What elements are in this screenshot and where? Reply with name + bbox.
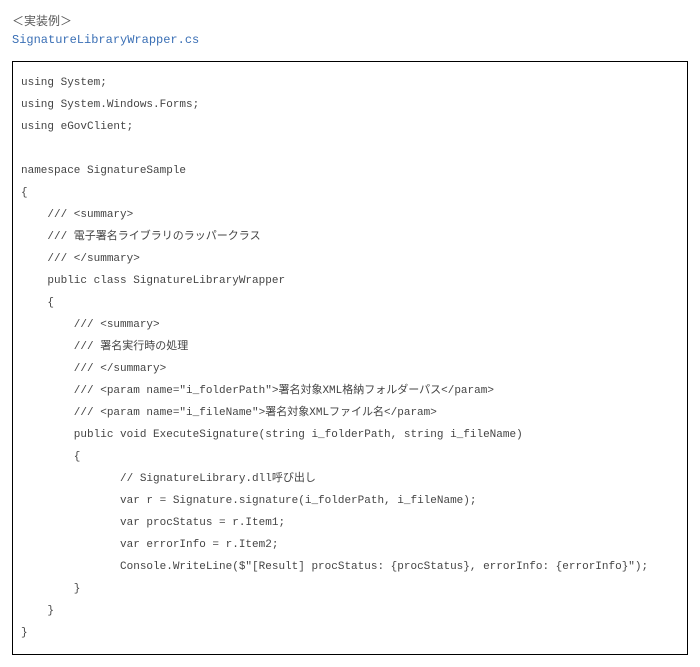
section-title: ＜実装例＞ xyxy=(12,12,688,29)
code-block: using System; using System.Windows.Forms… xyxy=(12,61,688,655)
filename-label: SignatureLibraryWrapper.cs xyxy=(12,33,688,47)
